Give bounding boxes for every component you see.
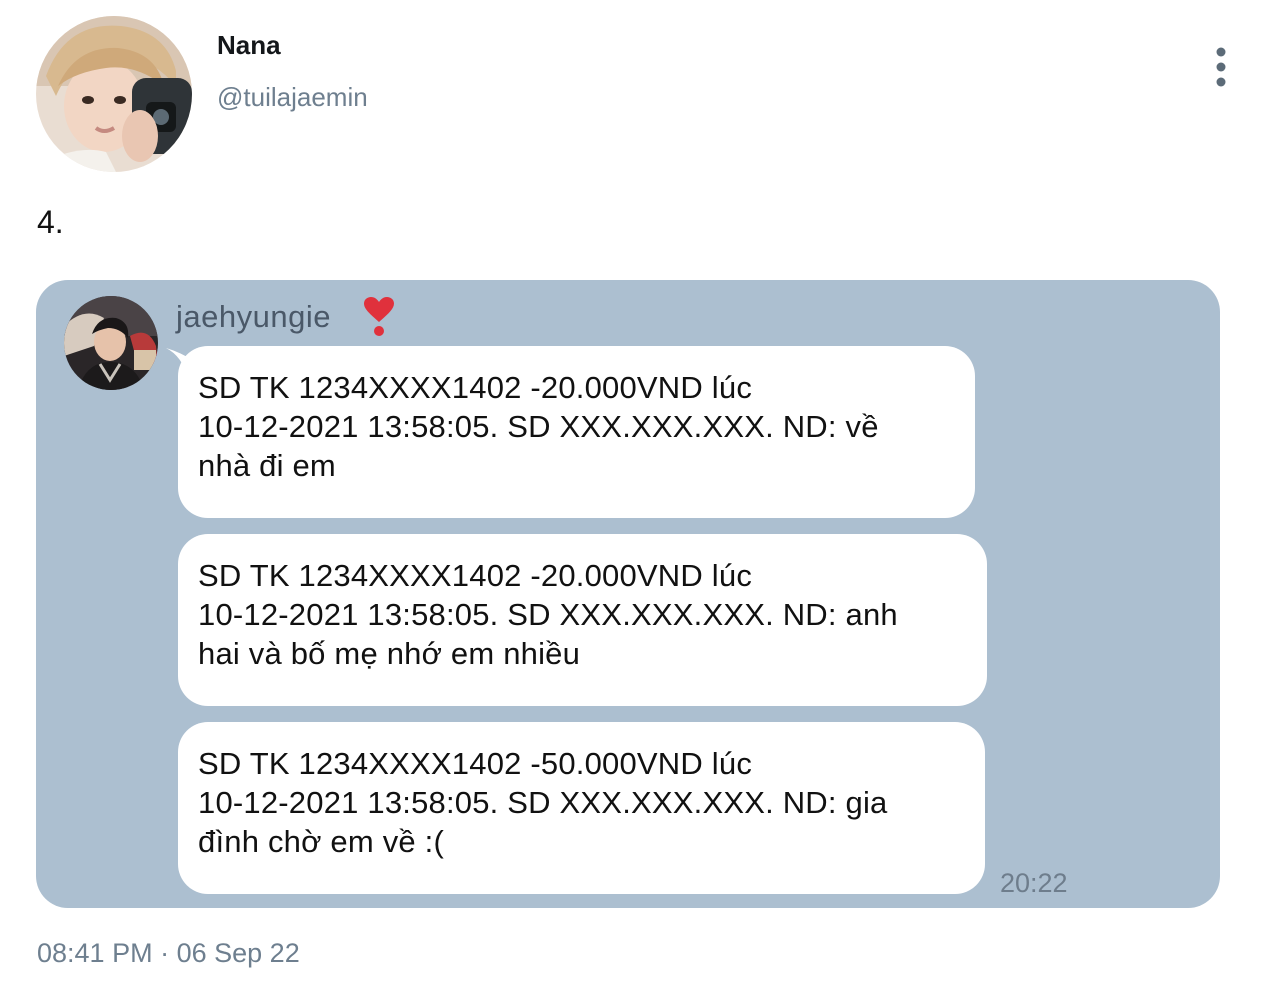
message-line: SD TK 1234XXXX1402 -50.000VND lúc [198,746,753,781]
meta-separator: · [160,938,170,968]
more-options-button[interactable] [1203,44,1239,90]
chat-message-bubble[interactable]: SD TK 1234XXXX1402 -50.000VND lúc 10-12-… [178,722,985,894]
message-line: đình chờ em về :( [198,824,444,859]
red-heart-exclamation-icon [362,296,396,338]
message-line: hai và bố mẹ nhớ em nhiều [198,636,581,671]
author-display-name[interactable]: Nana [217,30,281,61]
vertical-ellipsis-icon [1216,47,1226,87]
tweet-media-chat-screenshot[interactable]: jaehyungie SD TK 1234XXXX1402 -20.000VND… [36,280,1220,908]
author-avatar[interactable] [36,16,192,172]
sender-avatar-image [64,296,158,390]
tweet-date: 06 Sep 22 [176,938,300,968]
message-line: 10-12-2021 13:58:05. SD XXX.XXX.XXX. ND:… [198,597,898,632]
author-avatar-image [36,16,192,172]
message-line: 10-12-2021 13:58:05. SD XXX.XXX.XXX. ND:… [198,409,879,444]
tweet-timestamp[interactable]: 08:41 PM · 06 Sep 22 [37,938,300,969]
message-line: SD TK 1234XXXX1402 -20.000VND lúc [198,558,753,593]
message-line: nhà đi em [198,448,336,483]
tweet-time: 08:41 PM [37,938,153,968]
message-line: 10-12-2021 13:58:05. SD XXX.XXX.XXX. ND:… [198,785,888,820]
chat-message-bubble[interactable]: SD TK 1234XXXX1402 -20.000VND lúc 10-12-… [178,534,987,706]
tweet-text: 4. [37,204,64,240]
chat-message-bubble[interactable]: SD TK 1234XXXX1402 -20.000VND lúc 10-12-… [178,346,975,518]
message-time: 20:22 [1000,868,1068,898]
author-handle[interactable]: @tuilajaemin [217,82,368,113]
sender-avatar [64,296,158,390]
message-line: SD TK 1234XXXX1402 -20.000VND lúc [198,370,753,405]
sender-name: jaehyungie [176,299,331,334]
